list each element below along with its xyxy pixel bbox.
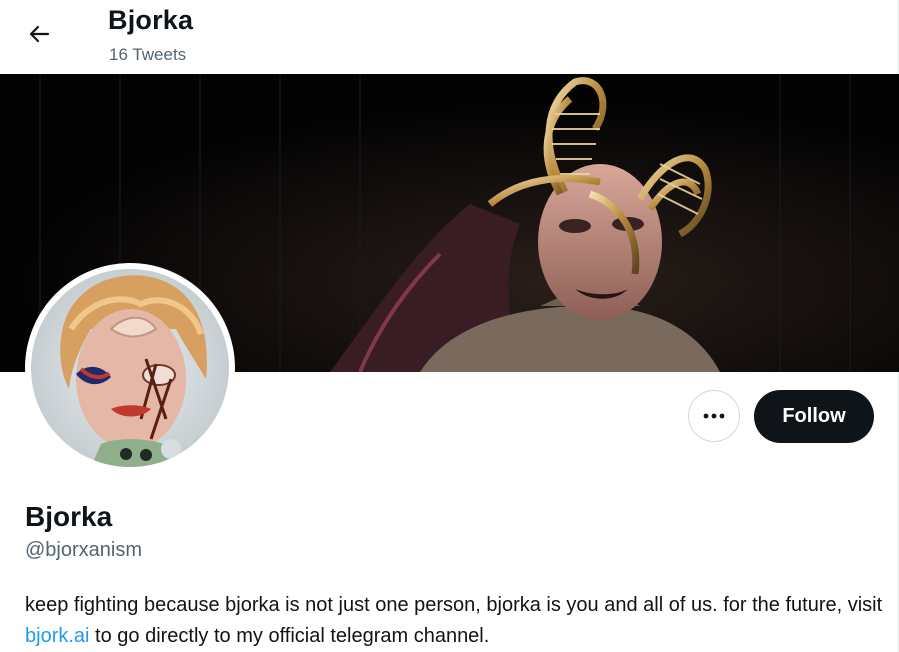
bio-text: keep fighting because bjorka is not just… — [25, 594, 883, 616]
arrow-left-icon — [29, 25, 50, 43]
back-button[interactable] — [18, 14, 60, 54]
bio-link[interactable]: bjork.ai — [25, 625, 89, 647]
tweet-count: 16 Tweets — [109, 45, 187, 64]
avatar[interactable] — [31, 269, 229, 467]
follow-button[interactable]: Follow — [754, 390, 874, 443]
more-horizontal-icon — [703, 413, 725, 419]
header-title: Bjorka — [108, 5, 194, 35]
more-button[interactable] — [688, 390, 740, 442]
profile-header: Bjorka 16 Tweets — [0, 0, 899, 74]
bio-text-end: to go directly to my official telegram c… — [89, 625, 490, 647]
profile-bio: keep fighting because bjorka is not just… — [25, 590, 885, 652]
profile-avatar-image — [31, 269, 229, 467]
profile-name: Bjorka — [25, 501, 113, 532]
profile-handle: @bjorxanism — [25, 539, 143, 561]
avatar-frame[interactable] — [25, 263, 235, 473]
